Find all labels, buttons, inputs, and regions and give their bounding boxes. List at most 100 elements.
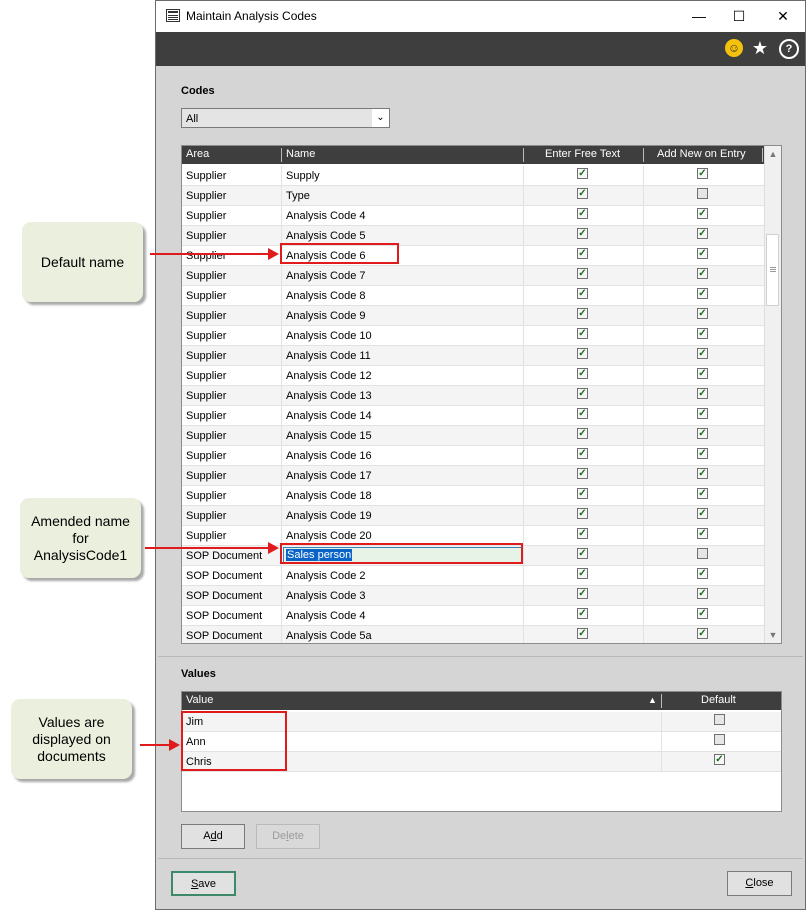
chevron-down-icon[interactable]: ⌄ [372, 109, 389, 127]
enter-free-text-checkbox[interactable]: ✓ [577, 448, 588, 459]
name-cell[interactable]: Analysis Code 14 [286, 410, 372, 422]
enter-free-text-checkbox[interactable]: ✓ [577, 568, 588, 579]
table-row[interactable]: Supplier Analysis Code 11 ✓ ✓ [182, 346, 765, 366]
add-new-on-entry-checkbox[interactable]: ✓ [697, 448, 708, 459]
column-header-value[interactable]: Value [186, 694, 213, 706]
name-cell[interactable]: Analysis Code 12 [286, 370, 372, 382]
table-row[interactable]: Supplier Analysis Code 16 ✓ ✓ [182, 446, 765, 466]
column-header-enter-free-text[interactable]: Enter Free Text [545, 148, 620, 160]
name-cell[interactable]: Analysis Code 11 [286, 350, 371, 362]
add-new-on-entry-checkbox[interactable]: ✓ [697, 568, 708, 579]
name-cell[interactable]: Analysis Code 10 [286, 330, 372, 342]
scroll-thumb[interactable] [766, 234, 779, 306]
name-cell[interactable]: Analysis Code 5 [286, 230, 366, 242]
help-icon[interactable]: ? [779, 39, 799, 59]
add-new-on-entry-checkbox[interactable]: ✓ [697, 588, 708, 599]
default-checkbox[interactable] [714, 734, 725, 745]
star-icon[interactable]: ★ [751, 39, 769, 57]
enter-free-text-checkbox[interactable]: ✓ [577, 508, 588, 519]
name-cell[interactable]: Analysis Code 5a [286, 630, 372, 642]
enter-free-text-checkbox[interactable]: ✓ [577, 468, 588, 479]
enter-free-text-checkbox[interactable]: ✓ [577, 228, 588, 239]
table-row[interactable]: Supplier Analysis Code 12 ✓ ✓ [182, 366, 765, 386]
table-row[interactable]: SOP Document Analysis Code 4 ✓ ✓ [182, 606, 765, 626]
table-row[interactable]: Supplier Analysis Code 15 ✓ ✓ [182, 426, 765, 446]
name-cell[interactable]: Analysis Code 4 [286, 210, 366, 222]
enter-free-text-checkbox[interactable]: ✓ [577, 388, 588, 399]
name-cell[interactable]: Analysis Code 7 [286, 270, 366, 282]
add-new-on-entry-checkbox[interactable]: ✓ [697, 528, 708, 539]
name-cell[interactable]: Supply [286, 170, 320, 182]
add-new-on-entry-checkbox[interactable]: ✓ [697, 348, 708, 359]
add-new-on-entry-checkbox[interactable]: ✓ [697, 388, 708, 399]
column-header-name[interactable]: Name [286, 148, 315, 160]
add-new-on-entry-checkbox[interactable]: ✓ [697, 408, 708, 419]
add-new-on-entry-checkbox[interactable]: ✓ [697, 248, 708, 259]
table-row[interactable]: Supplier Analysis Code 18 ✓ ✓ [182, 486, 765, 506]
add-button[interactable]: Add [181, 824, 245, 849]
add-new-on-entry-checkbox[interactable] [697, 188, 708, 199]
codes-filter-select[interactable]: All ⌄ [181, 108, 390, 128]
table-row[interactable]: SOP Document Analysis Code 3 ✓ ✓ [182, 586, 765, 606]
add-new-on-entry-checkbox[interactable]: ✓ [697, 268, 708, 279]
enter-free-text-checkbox[interactable]: ✓ [577, 628, 588, 639]
name-cell[interactable]: Analysis Code 8 [286, 290, 366, 302]
enter-free-text-checkbox[interactable]: ✓ [577, 408, 588, 419]
table-row[interactable]: SOP Document Analysis Code 2 ✓ ✓ [182, 566, 765, 586]
save-button[interactable]: Save [171, 871, 236, 896]
add-new-on-entry-checkbox[interactable]: ✓ [697, 428, 708, 439]
name-cell[interactable]: Analysis Code 16 [286, 450, 372, 462]
name-cell[interactable]: Analysis Code 15 [286, 430, 372, 442]
name-cell[interactable]: Analysis Code 4 [286, 610, 366, 622]
default-checkbox[interactable] [714, 714, 725, 725]
enter-free-text-checkbox[interactable]: ✓ [577, 368, 588, 379]
enter-free-text-checkbox[interactable]: ✓ [577, 608, 588, 619]
add-new-on-entry-checkbox[interactable]: ✓ [697, 328, 708, 339]
table-row[interactable]: Supplier Analysis Code 17 ✓ ✓ [182, 466, 765, 486]
table-row[interactable]: Supplier Analysis Code 4 ✓ ✓ [182, 206, 765, 226]
table-row[interactable]: Supplier Analysis Code 8 ✓ ✓ [182, 286, 765, 306]
add-new-on-entry-checkbox[interactable]: ✓ [697, 168, 708, 179]
table-row[interactable]: Supplier Analysis Code 7 ✓ ✓ [182, 266, 765, 286]
enter-free-text-checkbox[interactable]: ✓ [577, 288, 588, 299]
enter-free-text-checkbox[interactable]: ✓ [577, 548, 588, 559]
name-cell[interactable]: Analysis Code 9 [286, 310, 366, 322]
table-row[interactable]: Supplier Analysis Code 5 ✓ ✓ [182, 226, 765, 246]
close-window-button[interactable]: ✕ [768, 5, 798, 27]
name-cell[interactable]: Analysis Code 20 [286, 530, 372, 542]
add-new-on-entry-checkbox[interactable]: ✓ [697, 208, 708, 219]
maximize-button[interactable]: ☐ [724, 5, 754, 27]
table-row[interactable]: Supplier Supply ✓ ✓ [182, 166, 765, 186]
enter-free-text-checkbox[interactable]: ✓ [577, 268, 588, 279]
add-new-on-entry-checkbox[interactable]: ✓ [697, 468, 708, 479]
add-new-on-entry-checkbox[interactable]: ✓ [697, 608, 708, 619]
name-cell[interactable]: Analysis Code 18 [286, 490, 372, 502]
add-new-on-entry-checkbox[interactable]: ✓ [697, 488, 708, 499]
name-cell[interactable]: Type [286, 190, 310, 202]
enter-free-text-checkbox[interactable]: ✓ [577, 168, 588, 179]
table-row[interactable]: Supplier Analysis Code 10 ✓ ✓ [182, 326, 765, 346]
enter-free-text-checkbox[interactable]: ✓ [577, 528, 588, 539]
enter-free-text-checkbox[interactable]: ✓ [577, 588, 588, 599]
enter-free-text-checkbox[interactable]: ✓ [577, 328, 588, 339]
enter-free-text-checkbox[interactable]: ✓ [577, 208, 588, 219]
table-row[interactable]: Supplier Analysis Code 19 ✓ ✓ [182, 506, 765, 526]
default-checkbox[interactable]: ✓ [714, 754, 725, 765]
add-new-on-entry-checkbox[interactable]: ✓ [697, 368, 708, 379]
table-row[interactable]: Supplier Type ✓ [182, 186, 765, 206]
table-row[interactable]: SOP Document Analysis Code 5a ✓ ✓ [182, 626, 765, 643]
enter-free-text-checkbox[interactable]: ✓ [577, 308, 588, 319]
name-cell[interactable]: Analysis Code 2 [286, 570, 366, 582]
add-new-on-entry-checkbox[interactable] [697, 548, 708, 559]
delete-button[interactable]: Delete [256, 824, 320, 849]
column-header-area[interactable]: Area [186, 148, 209, 160]
scroll-down-icon[interactable]: ▼ [765, 627, 781, 643]
add-new-on-entry-checkbox[interactable]: ✓ [697, 628, 708, 639]
close-button[interactable]: Close [727, 871, 792, 896]
scroll-up-icon[interactable]: ▲ [765, 146, 781, 162]
column-header-add-new-on-entry[interactable]: Add New on Entry [657, 148, 746, 160]
add-new-on-entry-checkbox[interactable]: ✓ [697, 308, 708, 319]
enter-free-text-checkbox[interactable]: ✓ [577, 428, 588, 439]
name-cell[interactable]: Analysis Code 3 [286, 590, 366, 602]
add-new-on-entry-checkbox[interactable]: ✓ [697, 508, 708, 519]
